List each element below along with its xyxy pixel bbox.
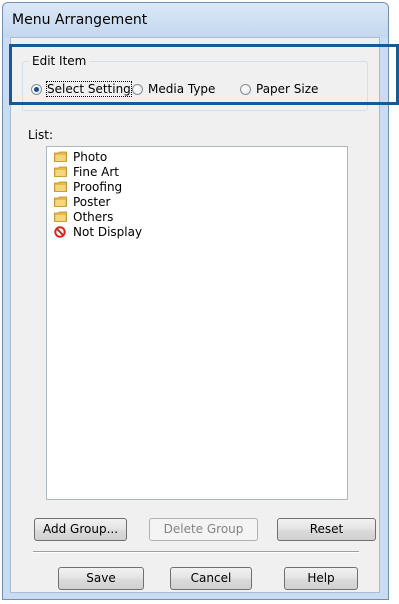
folder-icon: [54, 196, 67, 207]
save-button[interactable]: Save: [58, 567, 144, 590]
radio-selected-icon: [31, 83, 42, 95]
list-label: List:: [28, 128, 54, 142]
cancel-button[interactable]: Cancel: [170, 567, 252, 590]
folder-icon: [54, 166, 67, 177]
menu-tree-list[interactable]: Photo Fine Art Proofing Poster Others No…: [46, 146, 348, 500]
delete-group-button[interactable]: Delete Group: [149, 518, 258, 541]
folder-icon: [54, 181, 67, 192]
window-title: Menu Arrangement: [12, 12, 148, 28]
list-item[interactable]: Fine Art: [47, 164, 347, 179]
media-type-radio[interactable]: Media Type: [132, 82, 215, 96]
media-type-label: Media Type: [148, 82, 216, 96]
radio-unselected-icon: [132, 83, 143, 95]
title-bar[interactable]: Menu Arrangement: [3, 3, 388, 37]
list-item-label: Poster: [73, 194, 111, 209]
list-item-label: Others: [73, 209, 114, 224]
select-setting-label: Select Setting: [46, 81, 132, 97]
list-item-label: Proofing: [73, 179, 123, 194]
edit-item-legend: Edit Item: [29, 54, 90, 68]
add-group-button[interactable]: Add Group...: [34, 518, 127, 541]
list-item[interactable]: Photo: [47, 149, 347, 164]
list-item-label: Fine Art: [73, 164, 120, 179]
button-separator: [33, 551, 359, 553]
paper-size-radio[interactable]: Paper Size: [240, 82, 318, 96]
folder-icon: [54, 151, 67, 162]
edit-item-group: Edit Item Select Setting Media Type Pape…: [22, 54, 368, 111]
folder-icon: [54, 211, 67, 222]
help-button[interactable]: Help: [284, 567, 358, 590]
dialog-body: Edit Item Select Setting Media Type Pape…: [10, 37, 380, 593]
list-item[interactable]: Others: [47, 209, 347, 224]
list-item-label: Photo: [73, 149, 108, 164]
paper-size-label: Paper Size: [256, 82, 319, 96]
list-item[interactable]: Not Display: [47, 224, 347, 239]
prohibited-icon: [54, 225, 66, 238]
select-setting-radio[interactable]: Select Setting: [31, 81, 132, 97]
reset-button[interactable]: Reset: [277, 518, 376, 541]
list-item[interactable]: Proofing: [47, 179, 347, 194]
list-item[interactable]: Poster: [47, 194, 347, 209]
menu-arrangement-window: Menu Arrangement Edit Item Select Settin…: [2, 2, 389, 600]
list-item-label: Not Display: [73, 224, 143, 239]
radio-unselected-icon: [240, 83, 251, 95]
